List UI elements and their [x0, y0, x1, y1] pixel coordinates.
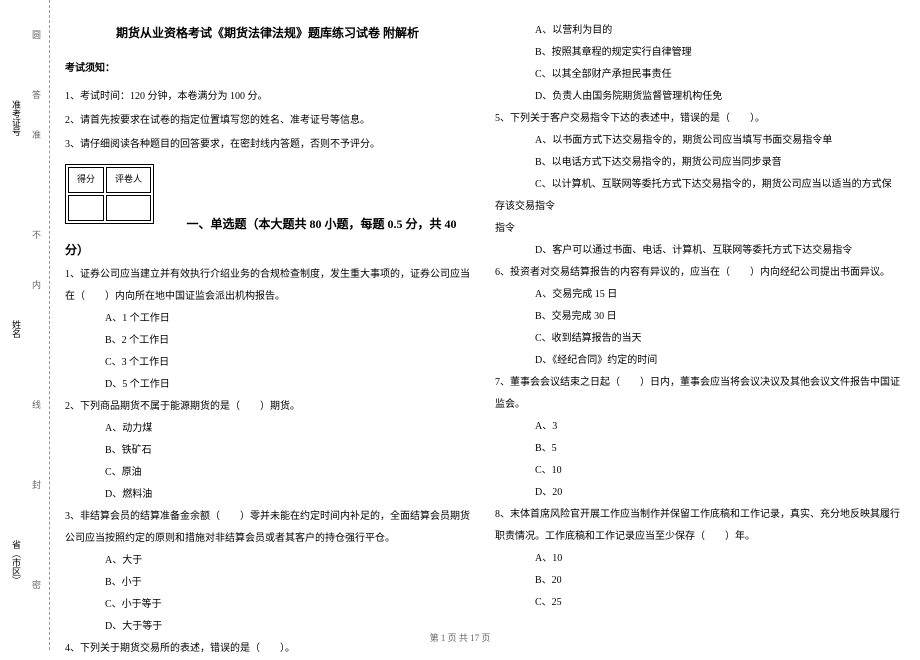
option: B、5 [495, 438, 900, 460]
label-province: 省（市区） [10, 540, 23, 585]
option: A、以书面方式下达交易指令的，期货公司应当填写书面交易指令单 [495, 130, 900, 152]
option: D、5 个工作日 [65, 374, 470, 396]
seal-mark: 线 [30, 400, 43, 415]
option: A、动力煤 [65, 418, 470, 440]
option: D、燃料油 [65, 484, 470, 506]
option-wrap: 指令 [495, 218, 900, 240]
option: B、交易完成 30 日 [495, 306, 900, 328]
notice-item: 1、考试时间：120 分钟，本卷满分为 100 分。 [65, 86, 470, 108]
notice-item: 3、请仔细阅读各种题目的回答要求，在密封线内答题，否则不予评分。 [65, 134, 470, 156]
page-footer: 第 1 页 共 17 页 [0, 631, 920, 644]
score-row: 得分 评卷人 一、单选题（本大题共 80 小题，每题 0.5 分，共 40 分） [65, 158, 470, 263]
exam-page: 准考证号 姓名 省（市区） 圆 答 准 不 内 线 封 密 期货从业资格考试《期… [0, 0, 920, 650]
seal-mark: 封 [30, 480, 43, 495]
seal-mark: 不 [30, 230, 43, 245]
label-name: 姓名 [10, 320, 23, 338]
option: B、小于 [65, 572, 470, 594]
option: D、20 [495, 482, 900, 504]
question-stem: 6、投资者对交易结算报告的内容有异议的，应当在（ ）内向经纪公司提出书面异议。 [495, 262, 900, 284]
option: A、1 个工作日 [65, 308, 470, 330]
option: B、2 个工作日 [65, 330, 470, 352]
question-stem: 7、董事会会议结束之日起（ ）日内，董事会应当将会议决议及其他会议文件报告中国证… [495, 372, 900, 416]
question-stem: 5、下列关于客户交易指令下达的表述中，错误的是（ ）。 [495, 108, 900, 130]
option: C、10 [495, 460, 900, 482]
seal-mark: 密 [30, 580, 43, 595]
score-cell [68, 195, 104, 221]
binding-margin: 准考证号 姓名 省（市区） 圆 答 准 不 内 线 封 密 [0, 0, 50, 650]
grader-header: 评卷人 [106, 167, 151, 193]
right-column: A、以营利为目的 B、按照其章程的规定实行自律管理 C、以其全部财产承担民事责任… [495, 20, 900, 640]
seal-mark: 答 [30, 90, 43, 105]
question-stem: 2、下列商品期货不属于能源期货的是（ ）期货。 [65, 396, 470, 418]
option-text: C、以计算机、互联网等委托方式下达交易指令的，期货公司应当以适当的方式保存该交易… [495, 179, 892, 212]
option: C、小于等于 [65, 594, 470, 616]
option: A、10 [495, 548, 900, 570]
option: A、交易完成 15 日 [495, 284, 900, 306]
content-area: 期货从业资格考试《期货法律法规》题库练习试卷 附解析 考试须知： 1、考试时间：… [50, 0, 920, 650]
question-stem: 3、非结算会员的结算准备金余额（ ）零并未能在约定时间内补足的，全面结算会员期货… [65, 506, 470, 550]
option: A、以营利为目的 [495, 20, 900, 42]
option: B、铁矿石 [65, 440, 470, 462]
score-header: 得分 [68, 167, 104, 193]
option: D、客户可以通过书面、电话、计算机、互联网等委托方式下达交易指令 [495, 240, 900, 262]
seal-mark: 准 [30, 130, 43, 145]
option: C、以其全部财产承担民事责任 [495, 64, 900, 86]
option: D、《经纪合同》约定的时间 [495, 350, 900, 372]
option: A、3 [495, 416, 900, 438]
question-stem: 1、证券公司应当建立并有效执行介绍业务的合规检查制度，发生重大事项的，证券公司应… [65, 264, 470, 308]
option: D、负责人由国务院期货监督管理机构任免 [495, 86, 900, 108]
option: B、20 [495, 570, 900, 592]
exam-title: 期货从业资格考试《期货法律法规》题库练习试卷 附解析 [65, 20, 470, 46]
option: C、收到结算报告的当天 [495, 328, 900, 350]
option: B、以电话方式下达交易指令的，期货公司应当同步录音 [495, 152, 900, 174]
grader-cell [106, 195, 151, 221]
option: C、3 个工作日 [65, 352, 470, 374]
score-table: 得分 评卷人 [65, 164, 154, 224]
seal-mark: 内 [30, 280, 43, 295]
option: A、大于 [65, 550, 470, 572]
option: C、25 [495, 592, 900, 614]
option-long: C、以计算机、互联网等委托方式下达交易指令的，期货公司应当以适当的方式保存该交易… [495, 174, 900, 218]
option: B、按照其章程的规定实行自律管理 [495, 42, 900, 64]
notice-heading: 考试须知： [65, 58, 470, 80]
seal-mark: 圆 [30, 30, 43, 45]
option: C、原油 [65, 462, 470, 484]
label-exam-id: 准考证号 [10, 100, 23, 136]
left-column: 期货从业资格考试《期货法律法规》题库练习试卷 附解析 考试须知： 1、考试时间：… [65, 20, 470, 640]
notice-item: 2、请首先按要求在试卷的指定位置填写您的姓名、准考证号等信息。 [65, 110, 470, 132]
question-stem: 8、末体首席风险官开展工作应当制作并保留工作底稿和工作记录，真实、充分地反映其履… [495, 504, 900, 548]
